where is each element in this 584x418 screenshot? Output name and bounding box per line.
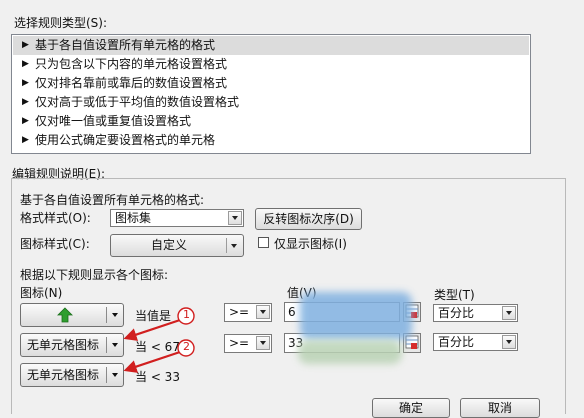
edit-description: 基于各自值设置所有单元格的格式: — [20, 193, 205, 207]
icon-select-row-1[interactable] — [20, 303, 124, 327]
icon-style-select[interactable]: 自定义 — [110, 234, 244, 257]
icon-select-row-2[interactable]: 无单元格图标 — [20, 333, 124, 357]
cancel-button[interactable]: 取消 — [460, 398, 540, 418]
annotation-number-2: 2 — [183, 340, 190, 353]
redaction-blur-green — [298, 340, 402, 364]
chevron-down-icon — [112, 343, 118, 347]
format-style-select[interactable]: 图标集 — [110, 209, 244, 227]
triangle-right-icon: ▶ — [22, 135, 29, 145]
triangle-right-icon: ▶ — [22, 97, 29, 107]
format-style-label: 格式样式(O): — [20, 211, 91, 225]
icon-style-label: 图标样式(C): — [20, 237, 90, 251]
show-icon-only-label: 仅显示图标(I) — [274, 237, 347, 251]
rule-type-item[interactable]: ▶ 只为包含以下内容的单元格设置格式 — [13, 55, 529, 74]
chevron-down-icon — [502, 335, 516, 349]
type-column-header: 类型(T) — [434, 288, 475, 302]
chevron-down-icon — [112, 313, 118, 317]
row-2-type-select[interactable]: 百分比 — [433, 333, 518, 351]
row-2-condition: 当 < 67 — [135, 340, 180, 354]
triangle-right-icon: ▶ — [22, 59, 29, 69]
chevron-down-icon — [256, 336, 270, 350]
row-1-operator-select[interactable]: >= — [224, 303, 272, 322]
reverse-icon-order-button[interactable]: 反转图标次序(D) — [255, 208, 362, 230]
annotation-number-1: 1 — [183, 308, 190, 321]
green-up-arrow-icon — [57, 307, 73, 323]
rule-type-item[interactable]: ▶ 仅对排名靠前或靠后的数值设置格式 — [13, 74, 529, 93]
show-icon-only-checkbox[interactable] — [258, 237, 269, 248]
chevron-down-icon — [256, 305, 270, 319]
triangle-right-icon: ▶ — [22, 78, 29, 88]
icon-column-header: 图标(N) — [20, 286, 63, 300]
triangle-right-icon: ▶ — [22, 40, 29, 50]
rule-type-item[interactable]: ▶ 基于各自值设置所有单元格的格式 — [13, 36, 529, 55]
rule-type-list[interactable]: ▶ 基于各自值设置所有单元格的格式 ▶ 只为包含以下内容的单元格设置格式 ▶ 仅… — [11, 34, 531, 154]
triangle-right-icon: ▶ — [22, 116, 29, 126]
row-1-condition: 当值是 — [135, 309, 172, 323]
redaction-blur-blue — [300, 292, 412, 340]
rule-type-item[interactable]: ▶ 使用公式确定要设置格式的单元格 — [13, 131, 529, 150]
row-3-condition: 当 < 33 — [135, 370, 180, 384]
rule-type-label: 选择规则类型(S): — [14, 16, 108, 30]
chevron-down-icon — [226, 238, 242, 253]
chevron-down-icon — [228, 211, 242, 225]
icon-select-row-3[interactable]: 无单元格图标 — [20, 363, 124, 387]
chevron-down-icon — [112, 373, 118, 377]
ok-button[interactable]: 确定 — [372, 398, 450, 418]
rules-caption: 根据以下规则显示各个图标: — [20, 268, 169, 282]
rule-type-item[interactable]: ▶ 仅对高于或低于平均值的数值设置格式 — [13, 93, 529, 112]
row-1-type-select[interactable]: 百分比 — [433, 304, 518, 322]
rule-type-item[interactable]: ▶ 仅对唯一值或重复值设置格式 — [13, 112, 529, 131]
chevron-down-icon — [502, 306, 516, 320]
row-2-operator-select[interactable]: >= — [224, 334, 272, 353]
